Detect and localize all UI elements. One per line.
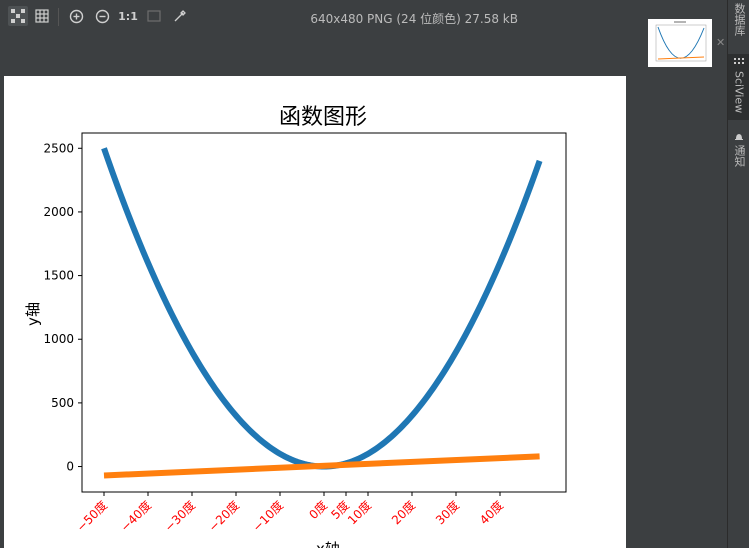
x-tick-label: 40度: [476, 498, 506, 528]
zoom-in-icon[interactable]: [66, 6, 86, 26]
close-icon[interactable]: ✕: [716, 36, 725, 49]
color-picker-icon[interactable]: [170, 6, 190, 26]
series-1-line: [101, 147, 543, 470]
image-info-text: 640x480 PNG (24 位颜色) 27.58 kB: [310, 12, 518, 26]
y-tick-label: 1500: [43, 269, 74, 283]
x-tick-label: 30度: [432, 498, 462, 528]
zoom-out-icon[interactable]: [92, 6, 112, 26]
sciview-icon: [734, 58, 744, 64]
tab-database-label: 数据库: [733, 3, 746, 36]
x-tick-label: −20度: [205, 498, 242, 535]
y-tick-label: 2500: [43, 141, 74, 155]
image-canvas: 函数图形 y轴 x轴 05001000150020002500−50度−40度−…: [4, 76, 626, 548]
tab-notifications-label: 通知: [733, 145, 746, 167]
line-chart: 函数图形 y轴 x轴 05001000150020002500−50度−40度−…: [24, 105, 567, 548]
tab-database[interactable]: 数据库: [728, 0, 749, 48]
y-tick-label: 2000: [43, 205, 74, 219]
y-axis-label: y轴: [24, 302, 42, 326]
fit-icon[interactable]: [144, 6, 164, 26]
x-tick-label: −40度: [117, 498, 154, 535]
y-tick-label: 0: [66, 460, 74, 474]
x-tick-label: −50度: [73, 498, 110, 535]
y-tick-label: 500: [51, 396, 74, 410]
x-tick-label: 20度: [388, 498, 418, 528]
x-tick-label: −30度: [161, 498, 198, 535]
chessboard-icon[interactable]: [8, 6, 28, 26]
bell-icon: [735, 134, 743, 140]
x-axis-label: x轴: [316, 540, 340, 548]
y-tick-label: 1000: [43, 332, 74, 346]
tab-notifications[interactable]: 通知: [728, 128, 749, 172]
x-tick-label: 10度: [344, 498, 374, 528]
image-viewer-toolbar: 1:1 640x480 PNG (24 位颜色) 27.58 kB: [0, 0, 640, 34]
x-tick-label: 0度: [306, 498, 330, 522]
plot-frame: [81, 132, 567, 493]
toolbar-divider: [58, 8, 59, 26]
image-thumbnail[interactable]: [648, 19, 712, 67]
actual-size-label: 1:1: [118, 9, 138, 23]
tab-sciview[interactable]: SciView: [728, 54, 749, 120]
series-2-line: [103, 453, 540, 479]
chart-title: 函数图形: [279, 105, 367, 130]
tab-sciview-label: SciView: [732, 71, 746, 114]
actual-size-button[interactable]: 1:1: [118, 6, 138, 26]
right-tool-strip: 数据库 SciView 通知: [727, 0, 749, 548]
grid-icon[interactable]: [32, 6, 52, 26]
x-tick-label: −10度: [249, 498, 286, 535]
